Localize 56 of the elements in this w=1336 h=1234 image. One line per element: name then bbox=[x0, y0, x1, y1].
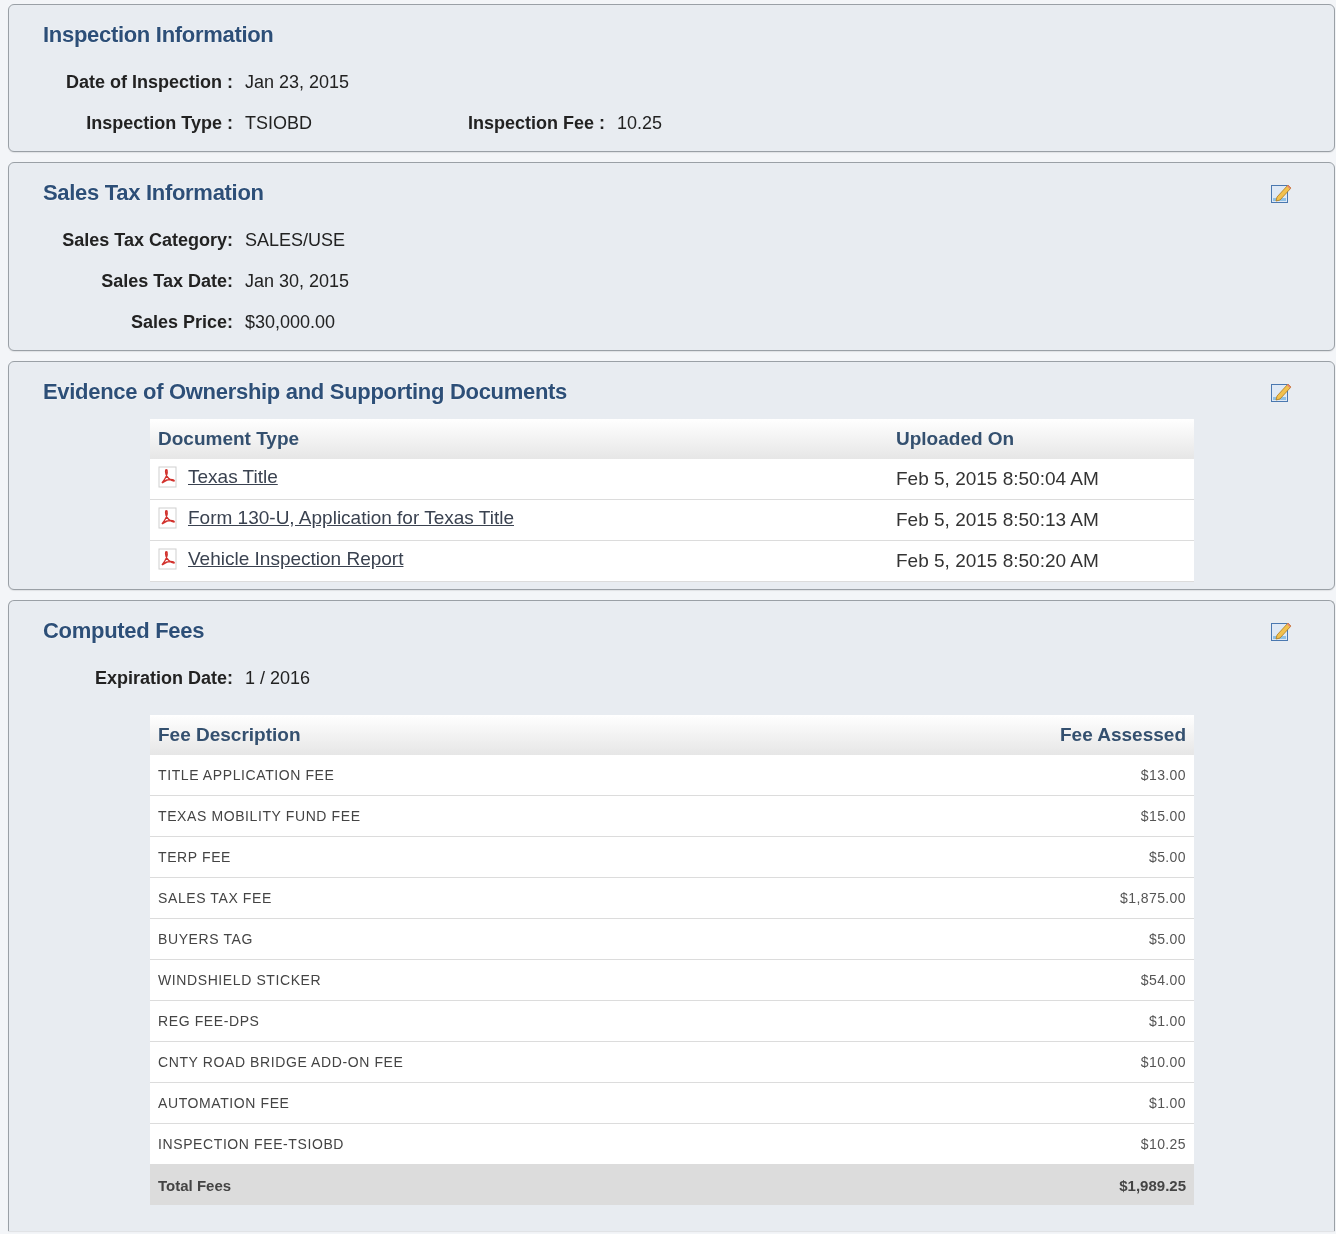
total-amount: $1,989.25 bbox=[826, 1164, 1194, 1205]
pdf-icon bbox=[158, 466, 178, 488]
table-cell: TEXAS MOBILITY FUND FEE bbox=[150, 795, 827, 837]
table-cell: CNTY ROAD BRIDGE ADD-ON FEE bbox=[150, 1041, 827, 1083]
field-value: Jan 30, 2015 bbox=[245, 271, 350, 292]
column-header: Fee Assessed bbox=[826, 715, 1194, 755]
edit-icon[interactable] bbox=[1270, 381, 1292, 403]
table-cell: $1.00 bbox=[826, 1082, 1194, 1124]
table-cell: AUTOMATION FEE bbox=[150, 1082, 827, 1124]
table-cell: INSPECTION FEE-TSIOBD bbox=[150, 1123, 827, 1165]
document-link[interactable]: Vehicle Inspection Report bbox=[188, 548, 404, 570]
field-value: $30,000.00 bbox=[245, 312, 336, 333]
section-title: Inspection Information bbox=[43, 22, 274, 48]
column-header: Document Type bbox=[150, 419, 888, 459]
field-label: Sales Price: bbox=[129, 312, 233, 333]
table-cell: Feb 5, 2015 8:50:04 AM bbox=[888, 459, 1194, 500]
table-cell: $1.00 bbox=[826, 1000, 1194, 1042]
field-label: Inspection Fee : bbox=[468, 113, 606, 134]
field-value: 10.25 bbox=[617, 113, 663, 134]
table-cell: SALES TAX FEE bbox=[150, 877, 827, 919]
table-cell: $15.00 bbox=[826, 795, 1194, 837]
table-cell: $10.00 bbox=[826, 1041, 1194, 1083]
field-label: Expiration Date: bbox=[93, 668, 233, 689]
table-cell: $10.25 bbox=[826, 1123, 1194, 1165]
table-cell: $5.00 bbox=[826, 918, 1194, 960]
field-value: Jan 23, 2015 bbox=[245, 72, 350, 93]
pdf-icon bbox=[158, 507, 178, 529]
table-cell: $5.00 bbox=[826, 836, 1194, 878]
field-label: Inspection Type : bbox=[85, 113, 233, 134]
table-cell: WINDSHIELD STICKER bbox=[150, 959, 827, 1001]
table-cell: $1,875.00 bbox=[826, 877, 1194, 919]
table-cell: TITLE APPLICATION FEE bbox=[150, 755, 827, 796]
table-cell: Feb 5, 2015 8:50:20 AM bbox=[888, 540, 1194, 582]
document-link[interactable]: Texas Title bbox=[188, 466, 278, 488]
section-title: Sales Tax Information bbox=[43, 180, 264, 206]
edit-icon[interactable] bbox=[1270, 182, 1292, 204]
section-title: Evidence of Ownership and Supporting Documents bbox=[43, 379, 568, 405]
table-cell: $54.00 bbox=[826, 959, 1194, 1001]
total-label: Total Fees bbox=[150, 1164, 827, 1205]
table-cell: REG FEE-DPS bbox=[150, 1000, 827, 1042]
edit-icon[interactable] bbox=[1270, 620, 1292, 642]
section-title: Computed Fees bbox=[43, 618, 205, 644]
column-header: Uploaded On bbox=[888, 419, 1194, 459]
field-label: Sales Tax Date: bbox=[100, 271, 233, 292]
field-value: TSIOBD bbox=[245, 113, 313, 134]
document-link[interactable]: Form 130-U, Application for Texas Title bbox=[188, 507, 514, 529]
field-label: Sales Tax Category: bbox=[61, 230, 233, 251]
field-value: SALES/USE bbox=[245, 230, 346, 251]
table-cell: $13.00 bbox=[826, 755, 1194, 796]
table-cell: TERP FEE bbox=[150, 836, 827, 878]
pdf-icon bbox=[158, 548, 178, 570]
table-cell: BUYERS TAG bbox=[150, 918, 827, 960]
table-cell: Feb 5, 2015 8:50:13 AM bbox=[888, 499, 1194, 541]
column-header: Fee Description bbox=[150, 715, 827, 755]
field-label: Date of Inspection : bbox=[65, 72, 233, 93]
field-value: 1 / 2016 bbox=[245, 668, 311, 689]
